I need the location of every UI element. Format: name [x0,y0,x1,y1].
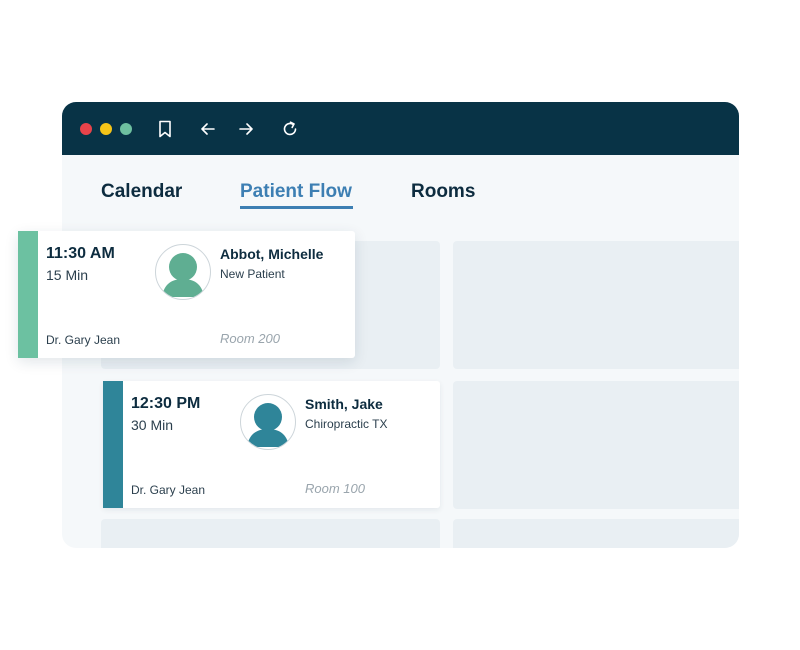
appointment-color-bar [103,381,123,508]
tab-patient-flow[interactable]: Patient Flow [240,181,352,203]
appointment-type: New Patient [220,267,285,281]
appointment-time: 11:30 AM [46,245,115,262]
doctor-name: Dr. Gary Jean [131,483,206,497]
appointment-duration: 15 Min [46,267,89,283]
user-icon [247,403,289,447]
appointment-duration: 30 Min [131,417,174,433]
tab-calendar[interactable]: Calendar [101,181,182,203]
back-arrow-icon[interactable] [198,119,218,139]
doctor-name: Dr. Gary Jean [46,333,121,347]
main-tabs: Calendar Patient Flow Rooms [62,155,739,215]
title-bar [62,102,739,155]
patient-name: Smith, Jake [305,396,383,412]
room-label: Room 200 [220,331,280,346]
bookmark-icon[interactable] [155,119,175,139]
active-tab-indicator [240,206,353,209]
maximize-window-button[interactable] [120,123,132,135]
schedule-slot[interactable] [101,519,440,548]
schedule-slot[interactable] [453,519,739,548]
patient-avatar [155,244,211,300]
tab-rooms[interactable]: Rooms [411,181,475,203]
appointment-card[interactable]: 11:30 AM 15 Min Abbot, Michelle New Pati… [18,231,355,358]
room-label: Room 100 [305,481,365,496]
forward-arrow-icon[interactable] [236,119,256,139]
appointment-card[interactable]: 12:30 PM 30 Min Smith, Jake Chiropractic… [103,381,440,508]
schedule-slot[interactable] [453,241,739,369]
appointment-time: 12:30 PM [131,395,201,412]
minimize-window-button[interactable] [100,123,112,135]
appointment-color-bar [18,231,38,358]
close-window-button[interactable] [80,123,92,135]
user-icon [162,253,204,297]
patient-avatar [240,394,296,450]
schedule-slot[interactable] [453,381,739,509]
refresh-icon[interactable] [280,119,300,139]
patient-name: Abbot, Michelle [220,246,324,262]
appointment-type: Chiropractic TX [305,417,388,431]
